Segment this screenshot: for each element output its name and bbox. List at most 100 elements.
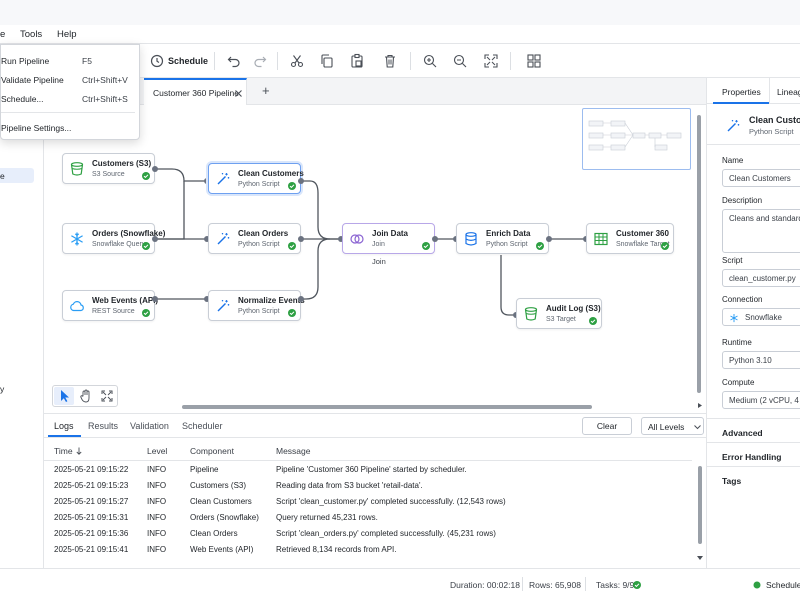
node-subtitle: Join <box>372 241 385 248</box>
menu-item-pipeline-settings[interactable]: Pipeline Settings... <box>1 119 141 137</box>
scroll-right-arrow[interactable] <box>696 402 704 409</box>
cut-icon[interactable] <box>289 53 305 69</box>
undo-icon[interactable] <box>226 53 242 69</box>
clear-button[interactable]: Clear <box>582 417 632 435</box>
node-normalize-events[interactable]: Normalize Events Python Script <box>208 290 305 321</box>
column-time[interactable]: Time <box>54 446 73 456</box>
name-field[interactable]: Clean Customers <box>722 169 800 187</box>
output-port[interactable] <box>546 236 552 242</box>
node-customer-360[interactable]: Customer 360 Snowflake Target <box>586 223 674 254</box>
schedule-label: Schedule <box>168 56 209 66</box>
menu-item-schedule[interactable]: Schedule... Ctrl+Shift+S <box>1 90 141 108</box>
output-port[interactable] <box>152 166 158 172</box>
node-web-events[interactable]: Web Events (API) REST Source <box>62 290 158 321</box>
node-enrich-data[interactable]: Enrich Data Python Script <box>456 223 549 254</box>
log-component: Clean Customers <box>190 497 252 506</box>
menu-tools[interactable]: Tools <box>20 29 42 40</box>
output-port[interactable] <box>298 178 304 184</box>
divider <box>707 418 800 419</box>
menu-item-validate-pipeline[interactable]: Validate Pipeline Ctrl+Shift+V <box>1 71 141 89</box>
log-level: INFO <box>147 481 167 490</box>
fit-to-screen-icon[interactable] <box>483 53 499 69</box>
delete-icon[interactable] <box>382 53 398 69</box>
close-icon[interactable] <box>235 90 242 97</box>
success-check-icon <box>536 242 544 250</box>
tab-results[interactable]: Results <box>88 421 118 431</box>
node-title: Clean Orders <box>238 229 289 238</box>
node-audit-log[interactable]: Audit Log (S3) S3 Target <box>516 298 602 329</box>
column-component[interactable]: Component <box>190 446 234 456</box>
zoom-in-icon[interactable] <box>422 53 438 69</box>
node-title: Clean Customers <box>238 169 304 178</box>
node-clean-orders[interactable]: Clean Orders Python Script <box>208 223 301 254</box>
tab-lineage[interactable]: Lineag <box>777 87 800 97</box>
expand-icon[interactable] <box>97 387 117 405</box>
output-port[interactable] <box>432 236 438 242</box>
minimap-preview <box>588 120 682 151</box>
success-check-icon <box>142 172 150 180</box>
snowflake-icon <box>71 232 83 246</box>
section-tags[interactable]: Tags <box>722 476 741 486</box>
compute-select[interactable]: Medium (2 vCPU, 4 G <box>722 391 800 409</box>
hand-icon[interactable] <box>76 387 96 405</box>
pipeline-canvas[interactable]: Customers (S3) S3 Source Orders (Snowfla… <box>44 105 706 413</box>
log-level: INFO <box>147 497 167 506</box>
new-tab-button[interactable]: + <box>262 83 270 98</box>
success-check-icon <box>288 242 296 250</box>
tab-logs[interactable]: Logs <box>54 421 74 431</box>
zoom-out-icon[interactable] <box>452 53 468 69</box>
log-component: Pipeline <box>190 465 219 474</box>
output-port[interactable] <box>152 236 158 242</box>
node-clean-customers[interactable]: Clean Customers Python Script <box>208 163 304 194</box>
output-port[interactable] <box>298 296 304 302</box>
log-scrollbar[interactable] <box>698 466 702 544</box>
scheduler-status[interactable]: Scheduler <box>766 580 800 590</box>
level-filter-select[interactable]: All Levels <box>641 417 704 435</box>
snowflake-icon <box>730 313 738 323</box>
select-tool[interactable] <box>54 387 74 405</box>
column-message[interactable]: Message <box>276 446 311 456</box>
menu-item-label: Schedule... <box>1 94 44 104</box>
node-customers-s3[interactable]: Customers (S3) S3 Source <box>62 153 155 184</box>
log-message: Script 'clean_orders.py' completed succe… <box>276 529 496 538</box>
status-divider <box>585 577 586 591</box>
script-field[interactable]: clean_customer.py <box>722 269 800 287</box>
minimap[interactable] <box>582 108 691 170</box>
node-orders-snowflake[interactable]: Orders (Snowflake) Snowflake Query <box>62 223 165 254</box>
node-join-data[interactable]: Join Data Join <box>342 223 435 254</box>
layout-grid-icon[interactable] <box>526 53 542 69</box>
tab-customer-360-pipeline[interactable]: Customer 360 Pipeline <box>144 78 247 105</box>
sidebar-item-label[interactable]: y <box>0 384 4 394</box>
paste-icon[interactable] <box>349 53 365 69</box>
scroll-down-arrow[interactable] <box>696 554 704 561</box>
node-subtitle: Snowflake Query <box>92 241 146 248</box>
output-port[interactable] <box>298 236 304 242</box>
log-message: Reading data from S3 bucket 'retail-data… <box>276 481 423 490</box>
menu-file[interactable]: e <box>0 29 5 40</box>
output-port[interactable] <box>152 296 158 302</box>
section-error-handling[interactable]: Error Handling <box>722 452 782 462</box>
sidebar-item-selected[interactable]: e <box>0 168 34 183</box>
tab-properties[interactable]: Properties <box>722 87 761 97</box>
node-subtitle: S3 Target <box>546 316 576 323</box>
menu-item-shortcut: F5 <box>82 56 92 66</box>
vertical-scrollbar[interactable] <box>697 115 701 393</box>
column-level[interactable]: Level <box>147 446 167 456</box>
tab-validation[interactable]: Validation <box>130 421 169 431</box>
copy-icon[interactable] <box>319 53 335 69</box>
magic-wand-icon <box>217 233 230 245</box>
log-time: 2025-05-21 09:15:36 <box>54 529 129 538</box>
section-advanced[interactable]: Advanced <box>722 428 763 438</box>
sort-down-icon[interactable] <box>76 447 82 455</box>
runtime-select[interactable]: Python 3.10 <box>722 351 800 369</box>
menu-help[interactable]: Help <box>57 29 77 40</box>
description-field[interactable]: Cleans and standardiz <box>722 209 800 253</box>
join-caption: Join <box>372 257 386 266</box>
menu-item-run-pipeline[interactable]: Run Pipeline F5 <box>1 52 141 70</box>
connection-select[interactable]: Snowflake <box>722 308 800 326</box>
tab-scheduler[interactable]: Scheduler <box>182 421 223 431</box>
horizontal-scrollbar[interactable] <box>182 405 592 409</box>
log-time: 2025-05-21 09:15:41 <box>54 545 129 554</box>
redo-icon[interactable] <box>252 53 268 69</box>
rows-status: Rows: 65,908 <box>529 580 581 590</box>
